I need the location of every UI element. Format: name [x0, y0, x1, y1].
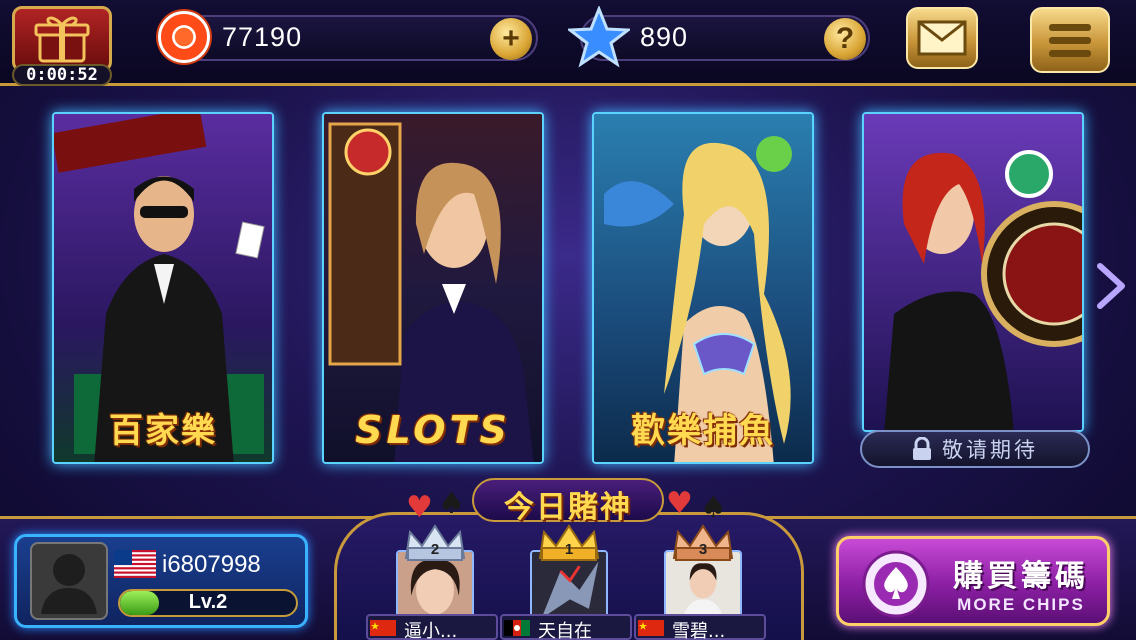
rank-name-bar: 天自在: [500, 614, 632, 640]
more-chips-label: MORE CHIPS: [957, 595, 1085, 614]
menu-icon: [1049, 24, 1091, 57]
game-card-roulette[interactable]: [862, 112, 1084, 432]
coming-soon-label: 敬请期待: [942, 438, 1038, 462]
coming-soon-badge: 敬请期待: [860, 430, 1090, 468]
rank-number: 3: [698, 541, 708, 558]
chip-icon: [158, 11, 210, 63]
cn-flag-icon: [638, 620, 664, 636]
buy-chips-label: 購買籌碼: [953, 559, 1089, 594]
help-icon: ?: [835, 22, 855, 55]
game-title: SLOTS: [355, 408, 511, 452]
gift-icon: [34, 16, 90, 63]
game-card-slots[interactable]: SLOTS: [322, 112, 544, 464]
rank-number: 1: [564, 541, 574, 558]
roulette-art: [864, 114, 1082, 430]
rank-name-bar: 雪碧...: [634, 614, 766, 640]
next-page-arrow-icon[interactable]: [1094, 262, 1128, 310]
game-card-fishing[interactable]: 歡樂捕魚: [592, 112, 814, 464]
gift-timer: 0:00:52: [12, 64, 112, 86]
user-id: i6807998: [162, 551, 261, 578]
plus-icon: +: [502, 22, 520, 55]
game-card-baccarat[interactable]: 百家樂: [52, 112, 274, 464]
add-chips-button[interactable]: +: [490, 18, 532, 60]
gift-button[interactable]: [12, 6, 112, 72]
game-title: 歡樂捕魚: [631, 411, 775, 451]
menu-button[interactable]: [1030, 7, 1110, 73]
help-button[interactable]: ?: [824, 18, 866, 60]
game-title: 百家樂: [109, 411, 217, 451]
us-flag-icon: [114, 550, 156, 578]
rank-slot-3[interactable]: 3 雪碧...: [634, 514, 766, 640]
avatar[interactable]: [30, 542, 108, 620]
lock-icon: [913, 437, 931, 460]
stars-value: 890: [640, 22, 689, 52]
mail-icon: [917, 20, 967, 56]
rank-player-name: 逼小...: [404, 621, 458, 640]
rank-player-name: 雪碧...: [672, 621, 726, 640]
cn-flag-icon: [370, 620, 396, 636]
level-label: Lv.2: [188, 591, 228, 613]
star-icon: [568, 6, 630, 68]
rank-player-name: 天自在: [538, 621, 592, 640]
af-flag-icon: [504, 620, 530, 636]
chip-spade-icon: [862, 550, 930, 618]
buy-chips-button[interactable]: 購買籌碼 MORE CHIPS: [836, 536, 1110, 626]
rank-name-bar: 逼小...: [366, 614, 498, 640]
chips-counter: [160, 15, 538, 61]
rank-number: 2: [430, 541, 440, 558]
chips-value: 77190: [222, 22, 303, 52]
rank-slot-1[interactable]: 1 天自在: [500, 514, 632, 640]
mail-button[interactable]: [906, 7, 978, 69]
default-avatar-icon: [41, 554, 97, 614]
rank-slot-2[interactable]: 2 逼小...: [366, 514, 498, 640]
